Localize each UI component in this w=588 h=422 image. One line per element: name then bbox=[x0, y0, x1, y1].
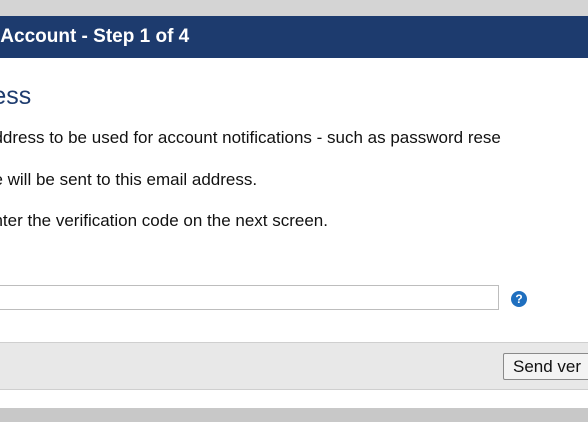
instruction-text-3: enter the verification code on the next … bbox=[0, 211, 328, 230]
step-header-bar: iAccount - Step 1 of 4 bbox=[0, 16, 588, 58]
instruction-text-2: de will be sent to this email address. bbox=[0, 170, 258, 189]
action-footer-bar: Send ver bbox=[0, 342, 588, 390]
page: iAccount - Step 1 of 4 ress address to b… bbox=[0, 0, 588, 422]
help-icon[interactable]: ? bbox=[511, 291, 527, 307]
top-border-strip bbox=[0, 0, 588, 16]
account-step-panel: iAccount - Step 1 of 4 ress address to b… bbox=[0, 16, 588, 408]
section-heading: ress bbox=[0, 82, 32, 110]
step-title: iAccount - Step 1 of 4 bbox=[0, 26, 190, 47]
bottom-border-strip bbox=[0, 408, 588, 422]
instruction-text-1: address to be used for account notificat… bbox=[0, 128, 501, 147]
email-address-input[interactable] bbox=[0, 285, 499, 310]
send-verification-button[interactable]: Send ver bbox=[503, 353, 588, 380]
